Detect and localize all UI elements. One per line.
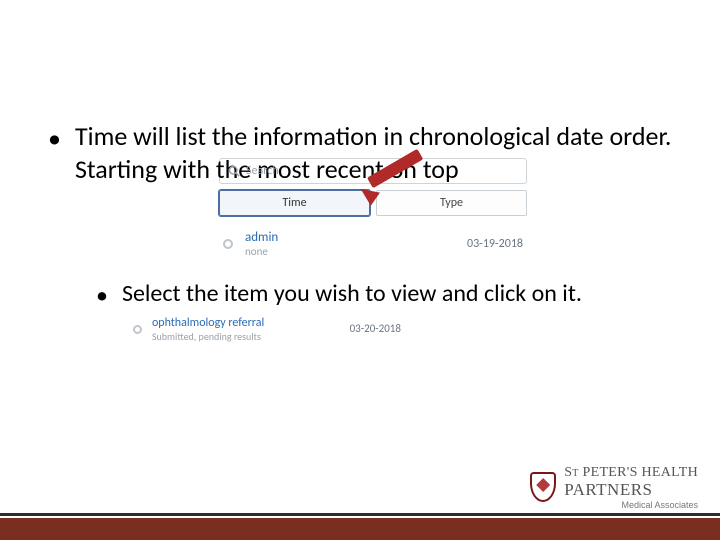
bullet-text-2: Select the item you wish to view and cli… — [122, 279, 672, 340]
list-item-title: ophthalmology referral — [152, 316, 350, 331]
tabs-row: Time Type — [219, 190, 527, 216]
logo-rest: PETER'S HEALTH — [579, 465, 698, 480]
list-item-date: 03-19-2018 — [467, 237, 523, 251]
list-item-subtitle: none — [245, 245, 467, 258]
bullet-dot: • — [48, 122, 61, 185]
timeline-dot-icon — [133, 325, 142, 334]
logo-line-2: PARTNERS — [564, 481, 698, 498]
tab-time[interactable]: Time — [219, 190, 370, 216]
logo-line-1: ST PETER'S HEALTH — [564, 466, 698, 480]
list-item[interactable]: admin none 03-19-2018 — [219, 224, 527, 264]
slide: • Time will list the information in chro… — [0, 0, 720, 540]
bullet-text-2-label: Select the item you wish to view and cli… — [122, 279, 582, 308]
logo-text: ST PETER'S HEALTH PARTNERS Medical Assoc… — [564, 466, 698, 510]
footer-logo: ST PETER'S HEALTH PARTNERS Medical Assoc… — [530, 466, 698, 510]
embedded-screenshot-item[interactable]: ophthalmology referral Submitted, pendin… — [132, 315, 402, 345]
footer-bar-brown — [0, 518, 720, 540]
list-item-text: admin none — [245, 230, 467, 258]
content-area: • Time will list the information in chro… — [0, 0, 720, 340]
search-icon — [228, 165, 240, 177]
timeline-dot-icon — [223, 239, 233, 249]
bullet-level-1: • Time will list the information in chro… — [48, 120, 672, 185]
logo-line-3: Medical Associates — [564, 501, 698, 510]
list-item-text: ophthalmology referral Submitted, pendin… — [152, 316, 350, 344]
list-item-subtitle: Submitted, pending results — [152, 331, 350, 344]
search-placeholder: Search — [246, 164, 279, 178]
bullet-dot: • — [96, 281, 108, 340]
footer-bars — [0, 513, 720, 540]
bullet-text-1: Time will list the information in chrono… — [75, 120, 672, 185]
bullet-level-2: • Select the item you wish to view and c… — [96, 279, 672, 340]
logo-shield-icon — [530, 472, 556, 504]
list-item-title: admin — [245, 230, 467, 245]
tab-type[interactable]: Type — [376, 190, 527, 216]
list-item-date: 03-20-2018 — [350, 322, 401, 336]
